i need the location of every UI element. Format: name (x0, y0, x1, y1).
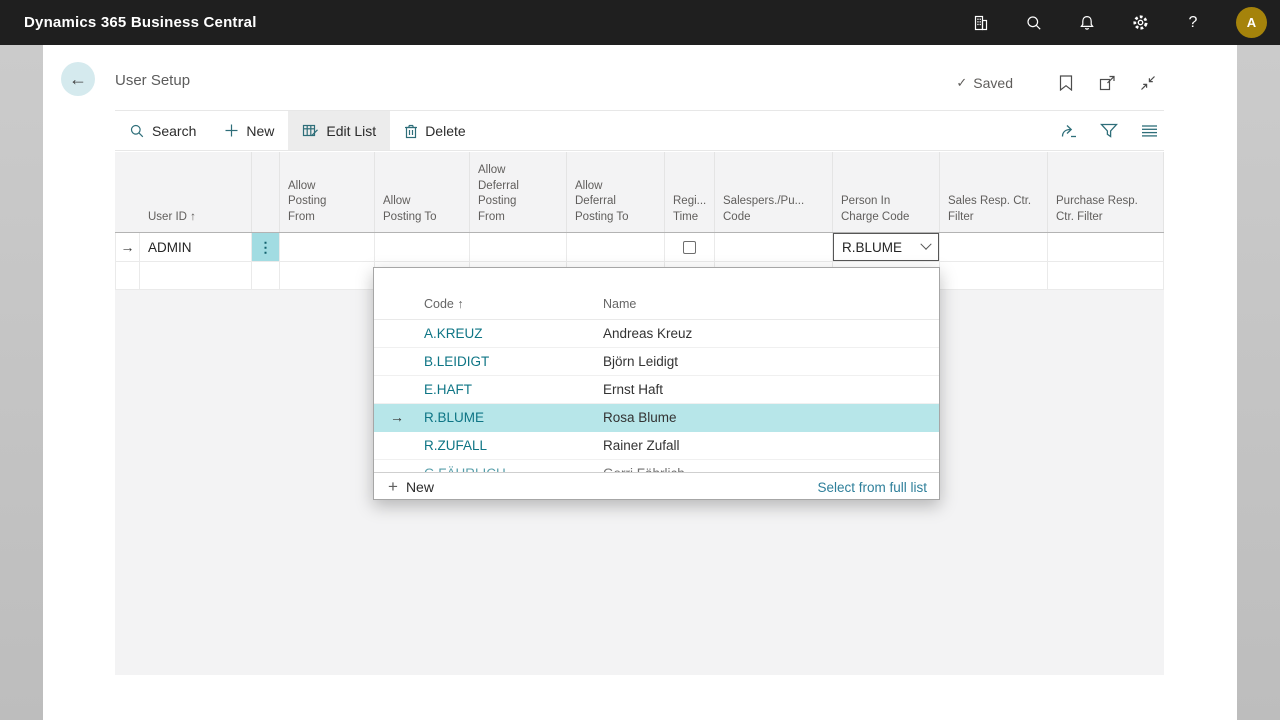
person-in-charge-value: R.BLUME (842, 240, 902, 255)
allow-deferral-posting-from-cell[interactable] (470, 233, 567, 262)
item-code[interactable]: G.FÄHRLICH (424, 466, 506, 472)
column-header-purchase-resp-ctr-filter[interactable]: Purchase Resp. Ctr. Filter (1048, 152, 1164, 232)
dropdown-item-rzufall[interactable]: R.ZUFALL Rainer Zufall (374, 432, 939, 460)
column-header-selector (115, 152, 140, 232)
item-name: Rainer Zufall (603, 438, 680, 453)
person-in-charge-lookup-dropdown: Code ↑ Name A.KREUZ Andreas Kreuz B.LEID… (373, 267, 940, 500)
item-code[interactable]: B.LEIDIGT (424, 354, 489, 369)
column-header-person-in-charge-code[interactable]: Person In Charge Code (833, 152, 940, 232)
edit-list-button[interactable]: Edit List (288, 111, 390, 150)
person-in-charge-combobox[interactable]: R.BLUME (833, 233, 939, 261)
list-view-actions (1056, 111, 1164, 150)
dropdown-item-akreuz[interactable]: A.KREUZ Andreas Kreuz (374, 320, 939, 348)
user-avatar[interactable]: A (1236, 7, 1267, 38)
item-code[interactable]: R.BLUME (424, 410, 484, 425)
new-label: New (406, 479, 434, 495)
column-header-allow-posting-to[interactable]: Allow Posting To (375, 152, 470, 232)
user-setup-page: ← User Setup ✓ Saved (43, 45, 1237, 720)
dropdown-name-column-header[interactable]: Name (603, 297, 636, 311)
column-header-register-time[interactable]: Regi... Time (665, 152, 715, 232)
top-navigation-bar: Dynamics 365 Business Central (0, 0, 1280, 45)
page-title: User Setup (115, 72, 190, 89)
delete-button[interactable]: Delete (390, 111, 479, 150)
dropdown-new-button[interactable]: + New (388, 477, 434, 497)
plus-icon: + (388, 477, 398, 497)
select-from-full-list-link[interactable]: Select from full list (817, 480, 927, 495)
open-in-new-window-icon[interactable] (1097, 73, 1117, 93)
user-id-cell[interactable] (140, 262, 252, 290)
row-more-options-cell (252, 262, 280, 290)
person-in-charge-code-cell: R.BLUME (833, 233, 940, 262)
salesperson-code-cell[interactable] (715, 233, 833, 262)
chevron-down-icon[interactable] (920, 239, 931, 250)
new-label: New (246, 123, 274, 139)
dropdown-footer: + New Select from full list (374, 472, 939, 501)
list-options-icon[interactable] (1136, 118, 1162, 144)
page-actions: ✓ Saved (956, 73, 1158, 93)
screen: Dynamics 365 Business Central (0, 0, 1280, 720)
dropdown-header: Code ↑ Name (374, 268, 939, 320)
item-name: Gerri Fährlich (603, 466, 685, 472)
item-code[interactable]: A.KREUZ (424, 326, 483, 341)
edit-list-label: Edit List (326, 123, 376, 139)
purchase-resp-ctr-filter-cell[interactable] (1048, 262, 1164, 290)
row-selector-cell: → (115, 233, 140, 262)
dropdown-code-column-header[interactable]: Code ↑ (424, 297, 464, 311)
table-row-admin: → ADMIN ⋮ R.BLUME (115, 233, 1164, 262)
current-row-arrow-icon: → (121, 239, 135, 255)
column-header-sales-resp-ctr-filter[interactable]: Sales Resp. Ctr. Filter (940, 152, 1048, 232)
dropdown-item-bleidigt[interactable]: B.LEIDIGT Björn Leidigt (374, 348, 939, 376)
dropdown-item-ehaft[interactable]: E.HAFT Ernst Haft (374, 376, 939, 404)
back-button[interactable]: ← (61, 62, 95, 96)
column-header-allow-deferral-posting-to[interactable]: Allow Deferral Posting To (567, 152, 665, 232)
allow-deferral-posting-to-cell[interactable] (567, 233, 665, 262)
allow-posting-from-cell[interactable] (280, 233, 375, 262)
item-name: Andreas Kreuz (603, 326, 692, 341)
share-icon[interactable] (1056, 118, 1082, 144)
allow-posting-from-cell[interactable] (280, 262, 375, 290)
settings-gear-icon[interactable] (1130, 13, 1150, 33)
search-icon[interactable] (1024, 13, 1044, 33)
sales-resp-ctr-filter-cell[interactable] (940, 233, 1048, 262)
check-icon: ✓ (956, 75, 967, 91)
item-name: Ernst Haft (603, 382, 663, 397)
help-icon[interactable]: ? (1183, 13, 1203, 33)
app-title[interactable]: Dynamics 365 Business Central (24, 14, 257, 31)
register-time-checkbox[interactable] (683, 241, 696, 254)
column-header-user-id[interactable]: User ID ↑ (140, 152, 252, 232)
register-time-cell (665, 233, 715, 262)
search-label: Search (152, 123, 196, 139)
selected-row-arrow-icon: → (390, 409, 404, 425)
command-bar: Search New Edit List (115, 110, 1164, 151)
collapse-page-icon[interactable] (1138, 73, 1158, 93)
item-name: Rosa Blume (603, 410, 677, 425)
column-header-allow-posting-from[interactable]: Allow Posting From (280, 152, 375, 232)
dropdown-item-clipped[interactable]: G.FÄHRLICH Gerri Fährlich (374, 460, 939, 472)
search-list-button[interactable]: Search (115, 111, 210, 150)
row-more-options-button[interactable]: ⋮ (252, 233, 280, 262)
saved-label: Saved (973, 75, 1013, 91)
grid-header-row: User ID ↑ Allow Posting From Allow Posti… (115, 152, 1164, 233)
column-header-ellipsis (252, 152, 280, 232)
notifications-bell-icon[interactable] (1077, 13, 1097, 33)
sales-resp-ctr-filter-cell[interactable] (940, 262, 1048, 290)
purchase-resp-ctr-filter-cell[interactable] (1048, 233, 1164, 262)
delete-label: Delete (425, 123, 465, 139)
user-id-cell[interactable]: ADMIN (140, 233, 252, 262)
new-button[interactable]: New (210, 111, 288, 150)
topbar-actions: ? A (971, 7, 1267, 38)
company-icon[interactable] (971, 13, 991, 33)
row-selector-cell (115, 262, 140, 290)
save-status: ✓ Saved (956, 75, 1013, 91)
column-header-salesperson-code[interactable]: Salespers./Pu... Code (715, 152, 833, 232)
dropdown-item-rblume-selected[interactable]: → R.BLUME Rosa Blume (374, 404, 939, 432)
filter-icon[interactable] (1096, 118, 1122, 144)
bookmark-icon[interactable] (1056, 73, 1076, 93)
allow-posting-to-cell[interactable] (375, 233, 470, 262)
item-code[interactable]: R.ZUFALL (424, 438, 487, 453)
column-header-allow-deferral-posting-from[interactable]: Allow Deferral Posting From (470, 152, 567, 232)
item-name: Björn Leidigt (603, 354, 678, 369)
item-code[interactable]: E.HAFT (424, 382, 472, 397)
